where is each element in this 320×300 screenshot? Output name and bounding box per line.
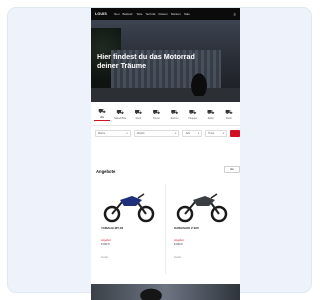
nav-item[interactable]: Bekleid. [123, 12, 134, 16]
tab-label: Enduro [170, 116, 179, 120]
tab-label: Sport [135, 116, 142, 120]
tab-category[interactable]: ⛟ Tourer [148, 109, 164, 121]
tab-category[interactable]: ⛟ Retro [221, 109, 237, 121]
tab-label: Tourer [153, 116, 160, 120]
menu-icon[interactable]: ≡ [234, 12, 236, 17]
year-select[interactable]: Jahr ▾ [182, 129, 203, 137]
motorcycle-icon: ⛟ [188, 109, 197, 116]
tab-label: Naked Bike [114, 116, 127, 120]
product-price: 9.999 € [101, 243, 110, 246]
price-select[interactable]: Preis ▾ [205, 129, 228, 137]
chevron-down-icon: ▾ [126, 131, 128, 135]
product-card[interactable]: KAWASAKI Z 900 Angebot 8.999 € Details [169, 184, 239, 274]
brand-select[interactable]: Marke ▾ [95, 129, 131, 137]
tab-category[interactable]: ⛟ Naked Bike [112, 109, 128, 121]
chevron-down-icon: ▾ [222, 131, 225, 135]
tab-category[interactable]: ⛟ Enduro [167, 109, 183, 121]
hero-banner: Hier findest du das Motorrad deiner Träu… [91, 20, 240, 102]
motorcycle-icon: ⛟ [225, 109, 233, 116]
chevron-down-icon: ▾ [197, 131, 200, 135]
select-value: Jahr [185, 131, 191, 135]
motorcycle-icon: ⛟ [134, 109, 143, 116]
model-select[interactable]: Modell ▾ [133, 129, 180, 137]
select-value: Preis [208, 131, 215, 135]
details-link[interactable]: Details [174, 256, 181, 259]
hero-headline: Hier findest du das Motorrad deiner Träu… [97, 52, 195, 70]
motorcycle-icon: ⛟ [116, 109, 124, 116]
search-button[interactable] [230, 129, 240, 137]
banner-rider [136, 286, 166, 300]
product-price: 8.999 € [174, 243, 183, 246]
section-title: Angebote [96, 169, 116, 174]
motorcycle-icon: ⛟ [152, 109, 161, 116]
product-card[interactable]: YAMAHA MT-09 Angebot 9.999 € Details [96, 184, 166, 274]
select-value: Modell [136, 131, 145, 135]
hero-road [91, 88, 240, 102]
nav-item[interactable]: Marken [171, 12, 181, 16]
tab-label: Roller [207, 116, 214, 120]
tab-label: Chopper [188, 116, 198, 120]
nav-item[interactable]: Sale [184, 12, 190, 16]
hero-rider-image [189, 70, 209, 96]
show-all-button[interactable]: Alle [224, 166, 240, 173]
product-name: YAMAHA MT-09 [101, 226, 124, 230]
select-value: Marke [98, 131, 106, 135]
tab-category[interactable]: ⛟ Sport [130, 109, 146, 121]
motorcycle-image [176, 193, 228, 223]
nav-item[interactable]: Reisen [159, 12, 168, 16]
offer-label: Angebot [101, 239, 111, 242]
tab-category[interactable]: ⛟ Chopper [185, 109, 201, 121]
motorcycle-icon: ⛟ [170, 109, 179, 116]
category-tabs: ⛟ Alle ⛟ Naked Bike ⛟ Sport ⛟ Tourer ⛟ E… [91, 104, 240, 126]
nav-item[interactable]: Teile [136, 12, 142, 16]
nav-item[interactable]: Technik [145, 12, 155, 16]
motorcycle-image [103, 193, 155, 223]
brand-logo[interactable]: LOUIS [95, 12, 107, 16]
tab-category[interactable]: ⛟ Roller [203, 109, 219, 121]
search-filters: Marke ▾ Modell ▾ Jahr ▾ Preis ▾ [95, 129, 240, 137]
motorcycle-icon: ⛟ [98, 109, 106, 115]
chevron-down-icon: ▾ [175, 131, 177, 135]
tab-label: Retro [226, 116, 232, 120]
tab-label: Alle [100, 116, 105, 119]
details-link[interactable]: Details [101, 256, 108, 259]
top-navigation: LOUIS Neu Bekleid. Teile Technik Reisen … [91, 8, 240, 20]
bottom-banner-image [91, 284, 240, 300]
product-name: KAWASAKI Z 900 [174, 226, 199, 230]
nav-item[interactable]: Neu [114, 12, 120, 16]
offer-label: Angebot [174, 239, 184, 242]
tab-category[interactable]: ⛟ Alle [94, 108, 111, 121]
scooter-icon: ⛟ [207, 109, 215, 116]
product-list: YAMAHA MT-09 Angebot 9.999 € Details KAW… [91, 184, 240, 274]
mobile-page-preview: LOUIS Neu Bekleid. Teile Technik Reisen … [91, 8, 240, 300]
